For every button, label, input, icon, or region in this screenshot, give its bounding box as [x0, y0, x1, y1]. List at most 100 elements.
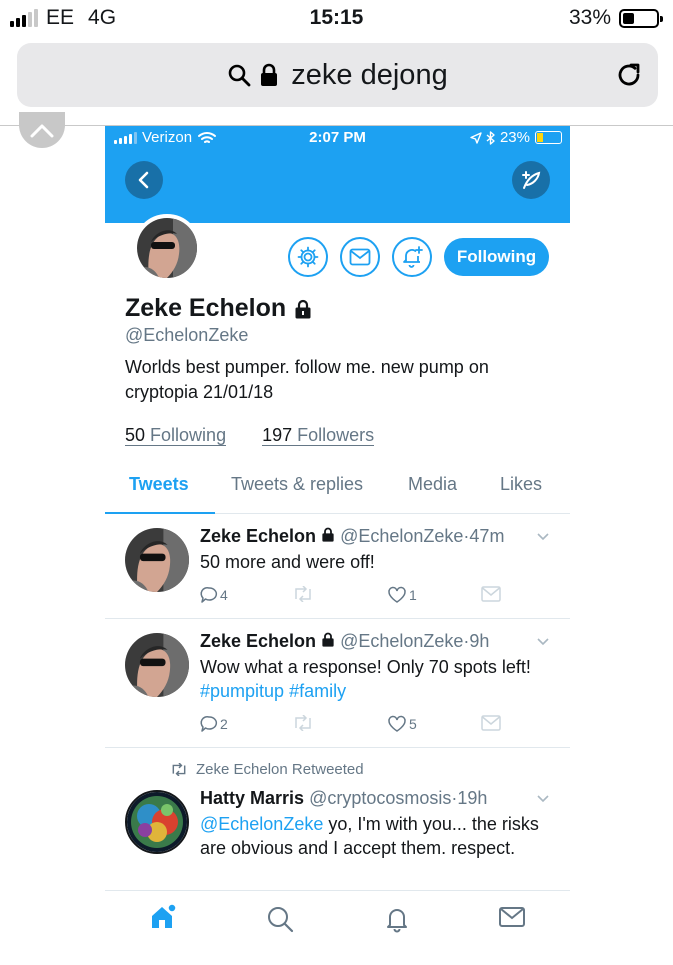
address-bar-content: zeke dejong: [17, 43, 658, 107]
protected-lock-icon: [295, 299, 311, 318]
app-battery-percent: 23%: [499, 129, 530, 146]
dm-share-button[interactable]: [481, 586, 501, 602]
profile-bio: Worlds best pumper. follow me. new pump …: [125, 357, 489, 402]
tweet-header: Hatty Marris @cryptocosmosis·19h: [200, 788, 487, 809]
profile-handle: @EchelonZeke: [125, 325, 249, 345]
avatar-photo: [125, 528, 189, 592]
hashtag-link[interactable]: #pumpitup: [200, 681, 284, 701]
profile-avatar[interactable]: [133, 214, 201, 282]
twitter-profile-screenshot: Verizon 2:07 PM 23% Following Zeke Echel…: [105, 126, 570, 956]
like-count: 1: [409, 587, 417, 603]
retweet-icon: [295, 586, 311, 602]
dm-share-button[interactable]: [481, 715, 501, 731]
os-status-bar: EE 4G 15:15 33%: [0, 0, 673, 34]
retweet-button[interactable]: [292, 586, 314, 602]
retweet-button[interactable]: [292, 715, 314, 731]
collapse-button[interactable]: [19, 112, 65, 148]
like-button[interactable]: 1: [387, 586, 417, 604]
retweet-icon: [172, 763, 186, 776]
tweet-author-handle: @cryptocosmosis: [309, 788, 452, 808]
avatar-photo: [137, 218, 197, 278]
back-button[interactable]: [125, 161, 163, 199]
tab-likes[interactable]: Likes: [500, 474, 542, 495]
mention-link[interactable]: @EchelonZeke: [200, 814, 323, 834]
tweet-text-body: Wow what a response! Only 70 spots left!: [200, 657, 531, 677]
tweet-author-name: Zeke Echelon: [200, 526, 317, 546]
message-button[interactable]: [340, 237, 380, 277]
search-icon[interactable]: [266, 905, 294, 933]
chevron-up-icon: [30, 124, 54, 138]
tweet-time: 19h: [457, 788, 488, 808]
follow-counts: 50 Following 197 Followers: [125, 425, 410, 446]
tab-media[interactable]: Media: [408, 474, 457, 495]
os-status-right: 33%: [568, 6, 663, 30]
reply-icon: [200, 586, 218, 603]
tweet-avatar[interactable]: [125, 633, 189, 697]
reply-count: 4: [220, 587, 228, 603]
lock-icon: [261, 63, 278, 86]
tab-tweets-and-replies[interactable]: Tweets & replies: [231, 474, 363, 495]
notifications-icon[interactable]: [383, 905, 411, 933]
retweet-context: Zeke Echelon Retweeted: [170, 761, 364, 778]
tweet-actions: 2 5: [200, 715, 501, 737]
tweet-author-name: Zeke Echelon: [200, 631, 317, 651]
envelope-icon: [481, 586, 501, 602]
bluetooth-icon: [486, 130, 495, 145]
tab-tweets[interactable]: Tweets: [129, 474, 189, 495]
followers-label: Followers: [297, 425, 375, 445]
messages-icon[interactable]: [498, 906, 526, 928]
tweet-avatar[interactable]: [125, 528, 189, 592]
reply-button[interactable]: 2: [200, 715, 228, 733]
reload-icon[interactable]: [614, 60, 644, 90]
envelope-icon: [481, 715, 501, 731]
following-count: 50: [125, 425, 146, 445]
url-text[interactable]: zeke dejong: [291, 59, 447, 92]
tweet-text: @EchelonZeke yo, I'm with you... the ris…: [200, 812, 545, 860]
gear-icon: [297, 246, 319, 268]
chevron-down-icon[interactable]: [536, 532, 550, 542]
following-count-link[interactable]: 50 Following: [125, 425, 227, 446]
reply-count: 2: [220, 716, 228, 732]
bottom-tab-bar: [105, 890, 570, 956]
search-icon: [228, 64, 251, 87]
retweet-icon: [295, 715, 311, 731]
followers-count-link[interactable]: 197 Followers: [262, 425, 375, 446]
followers-count: 197: [262, 425, 293, 445]
hashtag-link[interactable]: #family: [289, 681, 346, 701]
chevron-down-icon[interactable]: [536, 637, 550, 647]
reply-button[interactable]: 4: [200, 586, 228, 604]
avatar-photo: [125, 633, 189, 697]
battery-icon: [535, 131, 562, 144]
tweet-time: 47m: [469, 526, 505, 546]
retweet-context-label: Zeke Echelon Retweeted: [196, 761, 364, 778]
avatar-cosmic-image: [127, 792, 187, 852]
tweet-item[interactable]: Zeke Echelon Retweeted Hatty Marris @cry…: [105, 748, 570, 890]
tweet-author-handle: @EchelonZeke: [340, 526, 464, 546]
like-button[interactable]: 5: [387, 715, 417, 733]
settings-button[interactable]: [288, 237, 328, 277]
address-bar[interactable]: zeke dejong: [17, 43, 658, 107]
tweet-author-handle: @EchelonZeke: [340, 631, 464, 651]
profile-name-text: Zeke Echelon: [125, 294, 287, 322]
tweet-item[interactable]: Zeke Echelon @EchelonZeke·9h Wow what a …: [105, 619, 570, 748]
following-button[interactable]: Following: [444, 238, 549, 276]
tweet-item[interactable]: Zeke Echelon @EchelonZeke·47m 50 more an…: [105, 514, 570, 619]
tweet-header: Zeke Echelon @EchelonZeke·9h: [200, 631, 489, 652]
bell-plus-icon: [403, 246, 423, 268]
compose-tweet-button[interactable]: [512, 161, 550, 199]
heart-icon: [388, 715, 406, 732]
tweet-text: 50 more and were off!: [200, 552, 375, 572]
like-count: 5: [409, 716, 417, 732]
profile-tabs: Tweets Tweets & replies Media Likes: [105, 472, 570, 514]
chevron-down-icon[interactable]: [536, 794, 550, 804]
notifications-button[interactable]: [392, 237, 432, 277]
app-status-right: 23%: [470, 129, 562, 146]
tweet-avatar[interactable]: [125, 790, 189, 854]
protected-lock-icon: [322, 527, 334, 542]
battery-percent: 33%: [568, 6, 611, 29]
battery-icon: [619, 8, 663, 28]
profile-header-banner: Verizon 2:07 PM 23%: [105, 126, 570, 223]
protected-lock-icon: [322, 632, 334, 647]
home-icon[interactable]: [148, 902, 178, 932]
following-label: Following: [150, 425, 227, 445]
